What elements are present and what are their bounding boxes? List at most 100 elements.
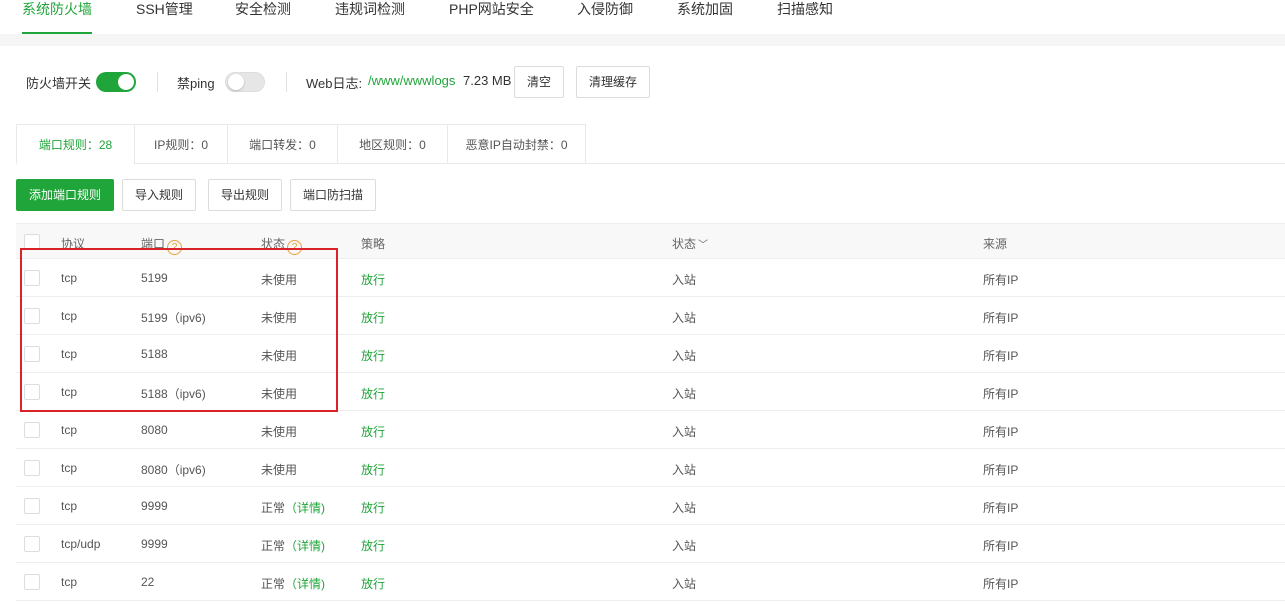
- row-protocol: tcp: [61, 575, 78, 589]
- row-port: 5188（ipv6): [141, 387, 206, 401]
- row-checkbox[interactable]: [24, 460, 40, 476]
- header-strategy: 策略: [361, 237, 386, 251]
- row-source: 所有IP: [983, 577, 1019, 591]
- row-protocol: tcp: [61, 309, 78, 323]
- row-checkbox[interactable]: [24, 498, 40, 514]
- table-row: tcp 5199（ipv6) 未使用 放行 入站 所有IP: [16, 297, 1285, 335]
- tab-port-rules[interactable]: 端口规则：28: [16, 124, 134, 164]
- tab-system-firewall[interactable]: 系统防火墙: [22, 0, 92, 34]
- row-source: 所有IP: [983, 463, 1019, 477]
- row-status: 未使用: [261, 461, 297, 478]
- tab-system-hardening[interactable]: 系统加固: [677, 0, 733, 34]
- clear-log-button[interactable]: 清空: [514, 66, 564, 98]
- row-checkbox[interactable]: [24, 270, 40, 286]
- table-row: tcp 5188（ipv6) 未使用 放行 入站 所有IP: [16, 373, 1285, 411]
- tab-security-check[interactable]: 安全检测: [235, 0, 291, 34]
- row-status-detail-link[interactable]: （详情): [285, 501, 325, 515]
- tab-intrusion-prevention[interactable]: 入侵防御: [577, 0, 633, 34]
- row-port: 5188: [141, 347, 168, 361]
- help-icon[interactable]: ?: [167, 240, 183, 255]
- row-checkbox[interactable]: [24, 536, 40, 552]
- export-rules-button[interactable]: 导出规则: [208, 179, 282, 211]
- row-status: 未使用: [261, 385, 297, 402]
- table-row: tcp 9999 正常（详情) 放行 入站 所有IP: [16, 487, 1285, 525]
- table-row: tcp 8080 未使用 放行 入站 所有IP: [16, 411, 1285, 449]
- table-row: tcp 5199 未使用 放行 入站 所有IP: [16, 259, 1285, 297]
- tab-scan-awareness[interactable]: 扫描感知: [777, 0, 833, 34]
- row-status-text: 未使用: [261, 311, 298, 325]
- row-port: 8080（ipv6): [141, 463, 206, 477]
- tab-php-site-security[interactable]: PHP网站安全: [449, 0, 534, 34]
- row-status-text: 未使用: [261, 425, 298, 439]
- row-direction: 入站: [672, 425, 697, 439]
- row-checkbox[interactable]: [24, 308, 40, 324]
- web-log-path[interactable]: /www/wwwlogs: [368, 73, 455, 88]
- row-strategy[interactable]: 放行: [361, 423, 385, 440]
- chevron-down-icon: ﹀: [698, 240, 709, 251]
- row-status-text: 未使用: [261, 273, 298, 287]
- row-strategy[interactable]: 放行: [361, 499, 385, 516]
- row-status-detail-link[interactable]: （详情): [285, 577, 325, 591]
- row-port: 9999: [141, 499, 168, 513]
- row-status-text: 未使用: [261, 463, 298, 477]
- row-source: 所有IP: [983, 387, 1019, 401]
- disable-ping-label: 禁ping: [177, 76, 215, 91]
- row-protocol: tcp: [61, 423, 78, 437]
- row-source: 所有IP: [983, 501, 1019, 515]
- row-protocol: tcp: [61, 499, 78, 513]
- web-log-size: 7.23 MB: [463, 73, 512, 88]
- row-strategy[interactable]: 放行: [361, 347, 385, 364]
- tab-malicious-ip-ban[interactable]: 恶意IP自动封禁：0: [447, 124, 586, 164]
- row-checkbox[interactable]: [24, 574, 40, 590]
- row-status-text: 正常: [261, 577, 286, 591]
- row-protocol: tcp: [61, 461, 78, 475]
- header-source: 来源: [983, 237, 1008, 251]
- row-port: 5199（ipv6): [141, 311, 206, 325]
- help-icon[interactable]: ?: [287, 240, 303, 255]
- header-direction[interactable]: 状态 ﹀: [672, 235, 708, 252]
- row-direction: 入站: [672, 539, 697, 553]
- tab-ssh-management[interactable]: SSH管理: [136, 0, 193, 34]
- row-source: 所有IP: [983, 349, 1019, 363]
- row-status-detail-link[interactable]: （详情): [285, 539, 325, 553]
- row-port: 8080: [141, 423, 168, 437]
- row-direction: 入站: [672, 273, 697, 287]
- row-strategy[interactable]: 放行: [361, 271, 385, 288]
- row-source: 所有IP: [983, 311, 1019, 325]
- header-direction-label: 状态: [672, 237, 697, 251]
- row-status: 正常（详情): [261, 575, 325, 592]
- toggle-knob: [228, 74, 244, 90]
- row-status-text: 未使用: [261, 349, 298, 363]
- row-checkbox[interactable]: [24, 346, 40, 362]
- disable-ping-toggle[interactable]: [225, 72, 265, 92]
- row-direction: 入站: [672, 463, 697, 477]
- row-strategy[interactable]: 放行: [361, 537, 385, 554]
- row-checkbox[interactable]: [24, 422, 40, 438]
- select-all-checkbox[interactable]: [24, 234, 40, 250]
- row-protocol: tcp: [61, 347, 78, 361]
- header-port-label: 端口: [141, 237, 166, 251]
- row-port: 5199: [141, 271, 168, 285]
- row-strategy[interactable]: 放行: [361, 575, 385, 592]
- tab-region-rules[interactable]: 地区规则：0: [337, 124, 447, 164]
- header-protocol: 协议: [61, 237, 86, 251]
- row-direction: 入站: [672, 349, 697, 363]
- toggle-knob: [118, 74, 134, 90]
- header-port: 端口?: [141, 235, 183, 255]
- tab-port-forwarding[interactable]: 端口转发：0: [227, 124, 337, 164]
- import-rules-button[interactable]: 导入规则: [122, 179, 196, 211]
- add-port-rule-button[interactable]: 添加端口规则: [16, 179, 114, 211]
- row-strategy[interactable]: 放行: [361, 385, 385, 402]
- row-port: 22: [141, 575, 155, 589]
- row-port: 9999: [141, 537, 168, 551]
- clear-cache-button[interactable]: 清理缓存: [576, 66, 650, 98]
- row-checkbox[interactable]: [24, 384, 40, 400]
- table-row: tcp/udp 9999 正常（详情) 放行 入站 所有IP: [16, 525, 1285, 563]
- port-anti-scan-button[interactable]: 端口防扫描: [290, 179, 376, 211]
- web-log-label: Web日志:: [306, 76, 363, 91]
- row-strategy[interactable]: 放行: [361, 309, 385, 326]
- firewall-switch-toggle[interactable]: [96, 72, 136, 92]
- tab-ip-rules[interactable]: IP规则：0: [134, 124, 227, 164]
- row-strategy[interactable]: 放行: [361, 461, 385, 478]
- tab-violation-word-check[interactable]: 违规词检测: [335, 0, 405, 34]
